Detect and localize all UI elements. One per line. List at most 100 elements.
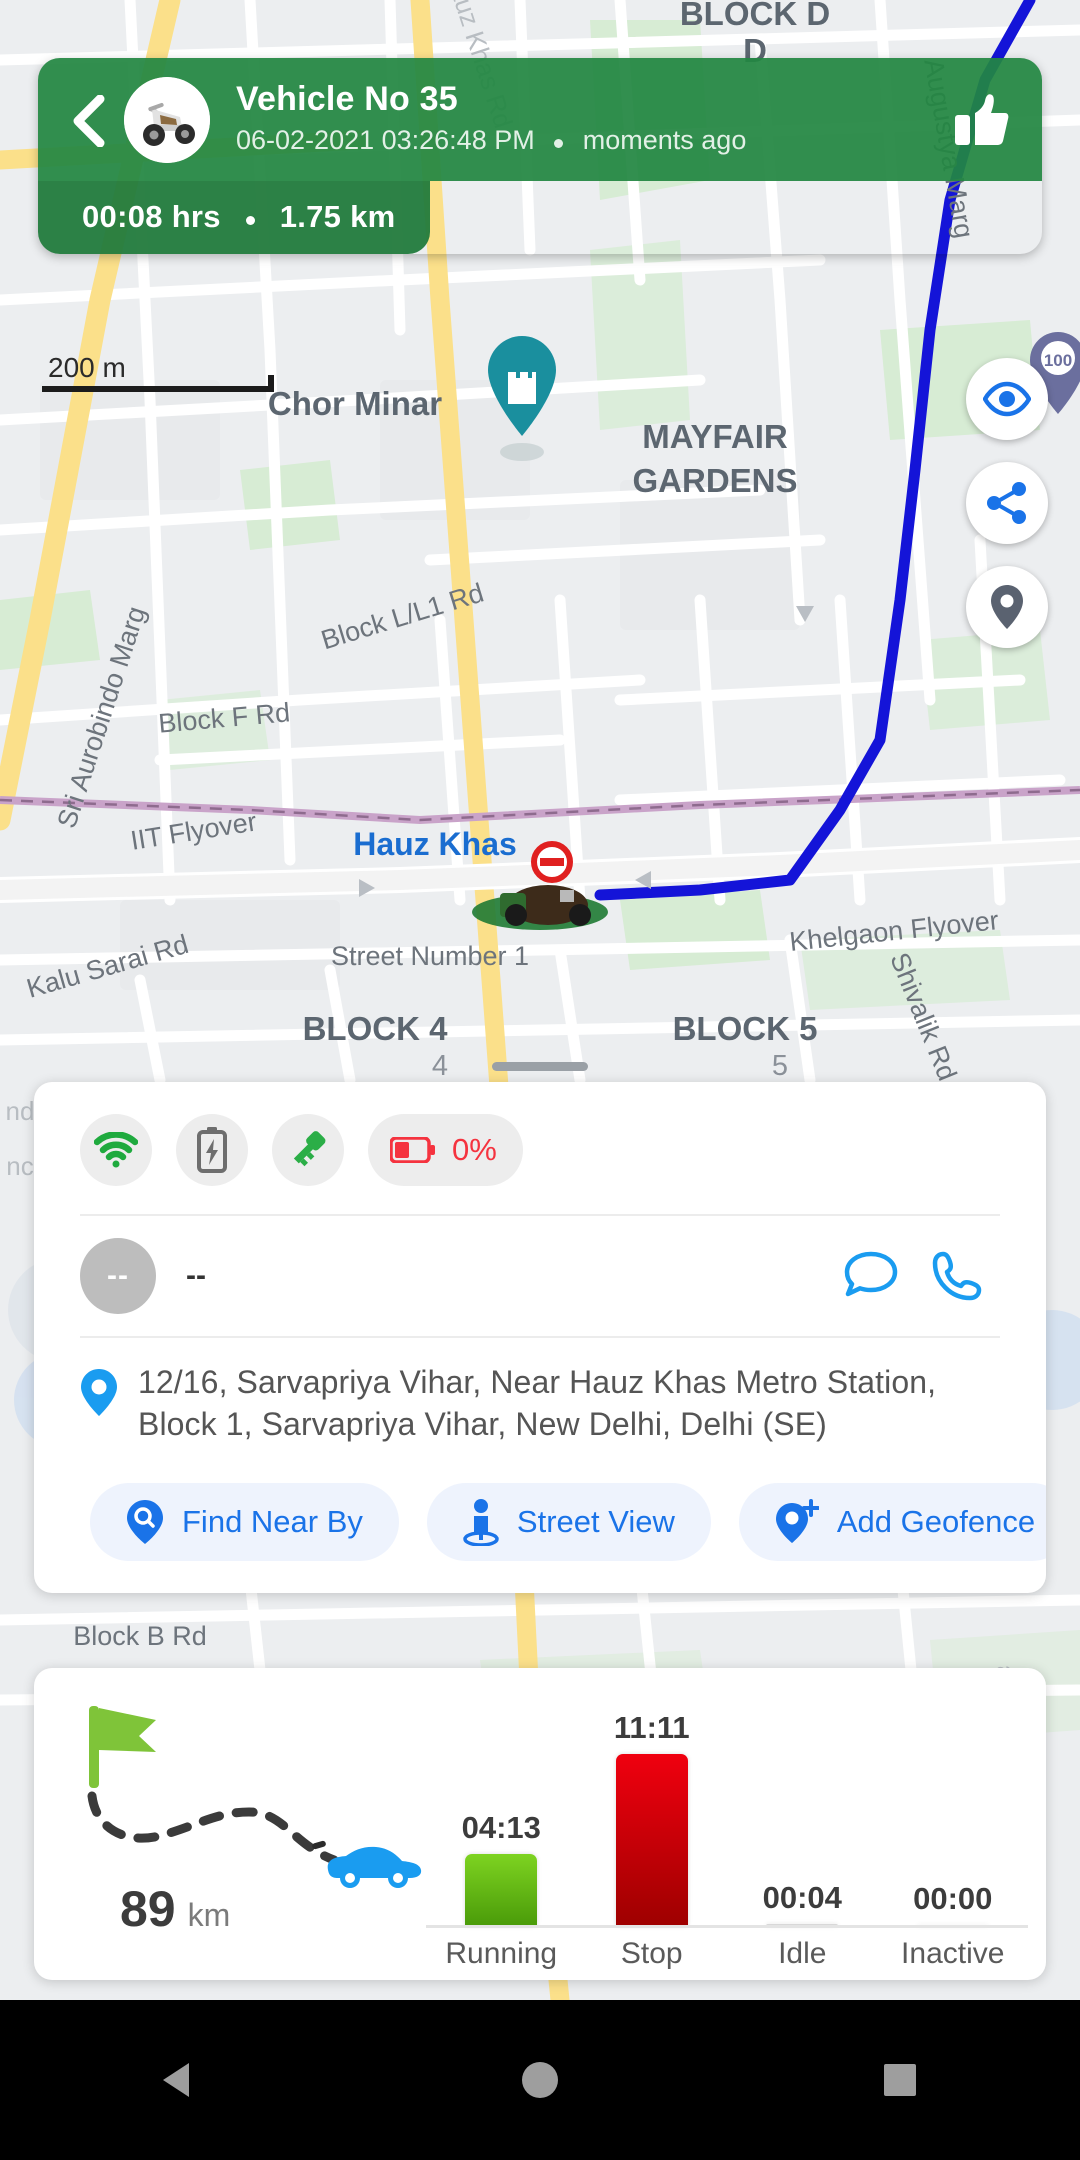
find-near-by-label: Find Near By <box>182 1504 363 1540</box>
bar-column-running: 04:13 <box>426 1696 576 1926</box>
map-scale-rule <box>42 375 274 392</box>
driver-row: -- -- <box>80 1214 1000 1336</box>
thumbs-up-icon <box>955 93 1009 145</box>
category-label-idle: Idle <box>778 1937 827 1970</box>
scooter-avatar-icon <box>124 76 210 163</box>
nav-home-button[interactable] <box>450 2058 630 2102</box>
status-icon-row: 0% <box>34 1108 1046 1192</box>
search-pin-icon <box>127 1500 163 1545</box>
svg-text:Chor Minar: Chor Minar <box>268 385 442 422</box>
svg-text:BLOCK 4: BLOCK 4 <box>303 1010 448 1047</box>
battery-low-icon <box>390 1137 435 1163</box>
car-icon <box>312 1840 422 1888</box>
trip-distance-summary: 89 km <box>34 1684 426 1980</box>
trip-duration: 00:08 hrs <box>82 198 221 234</box>
wifi-status[interactable] <box>80 1114 152 1186</box>
wifi-icon <box>94 1132 138 1168</box>
charging-status[interactable] <box>176 1114 248 1186</box>
svg-text:nc: nc <box>6 1151 33 1181</box>
category-label-inactive: Inactive <box>901 1937 1005 1970</box>
trip-distance: 1.75 km <box>279 198 396 234</box>
vehicle-name: Vehicle No 35 <box>236 79 458 118</box>
map-scale-bar: 200 m <box>42 352 274 392</box>
share-fab[interactable] <box>966 462 1048 544</box>
trip-chart-card: 89 km 04:13 11:11 00:04 00:00 Running St… <box>34 1668 1046 1980</box>
bottom-sheet-handle[interactable] <box>492 1062 588 1071</box>
bar-running[interactable] <box>465 1854 538 1926</box>
bar-value-idle: 00:04 <box>762 1880 842 1915</box>
vehicle-text-block: Vehicle No 35 06-02-2021 03:26:48 PM mom… <box>236 80 946 160</box>
eye-icon <box>983 381 1031 417</box>
separator-dot-2 <box>245 200 255 236</box>
bar-column-stop: 11:11 <box>577 1696 727 1926</box>
chart-inner: 89 km 04:13 11:11 00:04 00:00 Running St… <box>34 1668 1046 1980</box>
category-label-stop: Stop <box>620 1937 683 1970</box>
visibility-fab[interactable] <box>966 358 1048 440</box>
separator-dot <box>554 124 564 159</box>
chat-button[interactable] <box>828 1250 914 1302</box>
nav-recents-button[interactable] <box>810 2059 990 2101</box>
battery-percent: 0% <box>452 1132 497 1167</box>
bar-value-stop: 11:11 <box>613 1710 690 1745</box>
svg-text:5: 5 <box>772 1050 788 1082</box>
trip-distance-unit: km <box>187 1897 231 1933</box>
home-circle-icon <box>522 2062 558 2098</box>
svg-text:nd: nd <box>6 1096 35 1126</box>
share-icon <box>987 482 1026 524</box>
nav-back-button[interactable] <box>90 2057 270 2103</box>
bar-value-running: 04:13 <box>461 1810 541 1845</box>
battery-status[interactable]: 0% <box>368 1114 523 1186</box>
vehicle-relative-time: moments ago <box>582 124 747 155</box>
svg-text:Street Number 1: Street Number 1 <box>331 941 529 971</box>
map-action-buttons <box>966 358 1048 648</box>
vehicle-header-card: Vehicle No 35 06-02-2021 03:26:48 PM mom… <box>38 58 1042 254</box>
green-flag-icon <box>89 1706 156 1788</box>
vehicle-info-card: 0% -- -- 12/16, Sarvapriya Vihar, Near H… <box>34 1082 1046 1594</box>
svg-text:GARDENS: GARDENS <box>632 462 797 499</box>
find-near-by-button[interactable]: Find Near By <box>90 1483 399 1562</box>
thumbs-up-button[interactable] <box>946 91 1016 149</box>
category-label-running: Running <box>445 1937 558 1970</box>
trip-distance-value: 89 km <box>120 1880 230 1938</box>
bar-stop[interactable] <box>615 1754 688 1926</box>
chart-bars: 04:13 11:11 00:04 00:00 <box>426 1696 1028 1926</box>
svg-text:Hauz Khas: Hauz Khas <box>353 826 517 862</box>
bar-value-inactive: 00:00 <box>913 1881 993 1916</box>
driver-avatar: -- <box>80 1238 156 1314</box>
pegman-icon <box>463 1499 499 1547</box>
chart-category-labels: Running Stop Idle Inactive <box>426 1928 1028 1980</box>
android-nav-bar <box>0 2000 1080 2160</box>
trip-stats-text: 00:08 hrs 1.75 km <box>82 199 396 237</box>
back-triangle-icon <box>163 2063 189 2097</box>
add-geofence-icon <box>775 1499 819 1544</box>
vehicle-avatar <box>124 76 210 163</box>
quick-action-row: Find Near By Street View Add Geofence <box>34 1455 1046 1593</box>
location-fab[interactable] <box>966 566 1048 648</box>
vehicle-timestamp: 06-02-2021 03:26:48 PM <box>236 124 535 155</box>
status-bar-chart: 04:13 11:11 00:04 00:00 Running Stop Idl… <box>426 1684 1046 1980</box>
back-button[interactable] <box>60 91 118 149</box>
address-pin <box>80 1362 138 1423</box>
battery-charging-icon <box>197 1127 227 1173</box>
svg-text:MAYFAIR: MAYFAIR <box>642 418 788 455</box>
bar-column-idle: 00:04 <box>727 1696 877 1926</box>
street-view-button[interactable]: Street View <box>426 1483 711 1562</box>
svg-text:4: 4 <box>432 1050 448 1082</box>
map-pin-icon <box>81 1369 117 1416</box>
chat-bubble-icon <box>844 1251 898 1297</box>
phone-icon <box>932 1251 982 1301</box>
key-icon <box>293 1131 326 1167</box>
recents-square-icon <box>884 2064 916 2096</box>
map-scale-label: 200 m <box>48 352 126 383</box>
svg-text:BLOCK D: BLOCK D <box>680 0 830 32</box>
bar-column-inactive: 00:00 <box>878 1696 1028 1926</box>
address-text: 12/16, Sarvapriya Vihar, Near Hauz Khas … <box>138 1364 937 1442</box>
add-geofence-button[interactable]: Add Geofence <box>738 1483 1046 1562</box>
location-pin-icon <box>991 585 1023 629</box>
ignition-status[interactable] <box>272 1114 344 1186</box>
dashed-route <box>87 1791 339 1865</box>
vehicle-header-top: Vehicle No 35 06-02-2021 03:26:48 PM mom… <box>38 58 1042 181</box>
address-row: 12/16, Sarvapriya Vihar, Near Hauz Khas … <box>80 1336 1000 1455</box>
chevron-left-icon <box>73 94 105 147</box>
call-button[interactable] <box>914 1250 1000 1302</box>
